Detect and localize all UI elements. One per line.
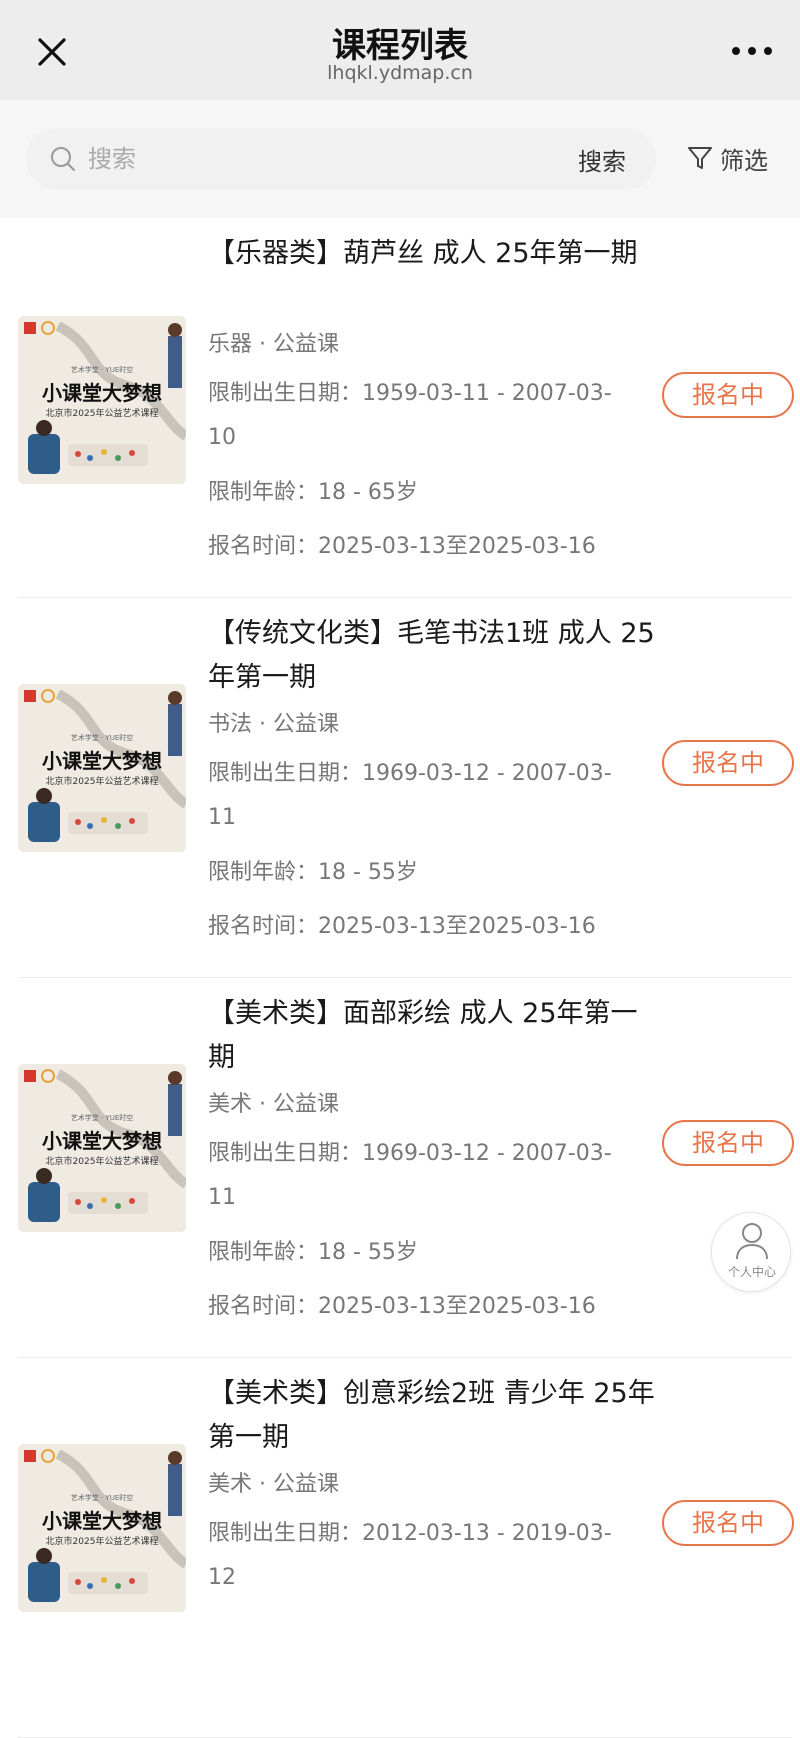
course-signup-time: 报名时间：2025-03-13至2025-03-16	[208, 914, 596, 939]
course-birth-range: 限制出生日期：1969-03-12 - 2007-03-11	[208, 761, 612, 830]
filter-button[interactable]: 筛选	[686, 138, 768, 178]
course-thumbnail: 艺术学堂 · YUE时空 小课堂大梦想 北京市2025年公益艺术课程	[18, 316, 186, 484]
course-category: 美术 · 公益课	[208, 1092, 339, 1117]
filter-label: 筛选	[720, 146, 768, 175]
course-category: 美术 · 公益课	[208, 1472, 339, 1497]
signup-status-button[interactable]: 报名中	[662, 1500, 794, 1546]
search-button[interactable]: 搜索	[578, 142, 626, 177]
course-birth-range: 限制出生日期：1969-03-12 - 2007-03-11	[208, 1141, 612, 1210]
course-title: 【美术类】创意彩绘2班 青少年 25年第一期	[208, 1378, 655, 1453]
nav-bar: 课程列表 lhqkl.ydmap.cn	[0, 0, 800, 100]
thumbnail-sub-text: 北京市2025年公益艺术课程	[46, 1535, 159, 1547]
user-icon	[736, 1223, 768, 1260]
more-icon[interactable]	[730, 44, 774, 58]
filter-icon	[688, 147, 712, 169]
course-birth-range: 限制出生日期：2012-03-13 - 2019-03-12	[208, 1521, 612, 1590]
thumbnail-top-text: 艺术学堂 · YUE时空	[71, 1113, 134, 1122]
search-icon	[51, 147, 75, 171]
course-birth-range: 限制出生日期：1959-03-11 - 2007-03-10	[208, 381, 612, 450]
personal-center-button[interactable]: 个人中心	[711, 1212, 791, 1292]
thumbnail-main-text: 小课堂大梦想	[42, 1509, 162, 1533]
course-item[interactable]: 艺术学堂 · YUE时空 小课堂大梦想 北京市2025年公益艺术课程 【乐器类】…	[0, 218, 800, 598]
thumbnail-sub-text: 北京市2025年公益艺术课程	[46, 407, 159, 419]
course-age-range: 限制年龄：18 - 55岁	[208, 1240, 418, 1265]
course-title: 【传统文化类】毛笔书法1班 成人 25年第一期	[208, 618, 655, 693]
course-item[interactable]: 艺术学堂 · YUE时空 小课堂大梦想 北京市2025年公益艺术课程 【传统文化…	[0, 598, 800, 978]
course-thumbnail: 艺术学堂 · YUE时空 小课堂大梦想 北京市2025年公益艺术课程	[18, 1444, 186, 1612]
course-age-range: 限制年龄：18 - 65岁	[208, 480, 418, 505]
course-list: 艺术学堂 · YUE时空 小课堂大梦想 北京市2025年公益艺术课程 【乐器类】…	[0, 218, 800, 1738]
course-thumbnail: 艺术学堂 · YUE时空 小课堂大梦想 北京市2025年公益艺术课程	[18, 1064, 186, 1232]
course-title: 【乐器类】葫芦丝 成人 25年第一期	[208, 238, 638, 269]
signup-status-button[interactable]: 报名中	[662, 1120, 794, 1166]
course-item[interactable]: 艺术学堂 · YUE时空 小课堂大梦想 北京市2025年公益艺术课程 【美术类】…	[0, 978, 800, 1358]
thumbnail-main-text: 小课堂大梦想	[42, 749, 162, 773]
page-url: lhqkl.ydmap.cn	[327, 62, 473, 84]
search-input[interactable]	[86, 128, 536, 190]
thumbnail-sub-text: 北京市2025年公益艺术课程	[46, 775, 159, 787]
signup-status-button[interactable]: 报名中	[662, 372, 794, 418]
course-signup-time: 报名时间：2025-03-13至2025-03-16	[208, 1294, 596, 1319]
course-signup-time: 报名时间：2025-03-13至2025-03-16	[208, 534, 596, 559]
course-category: 乐器 · 公益课	[208, 332, 339, 357]
course-title: 【美术类】面部彩绘 成人 25年第一期	[208, 998, 638, 1073]
course-age-range: 限制年龄：18 - 55岁	[208, 860, 418, 885]
page-title: 课程列表	[332, 26, 468, 66]
search-bar: 搜索 筛选	[0, 100, 800, 218]
search-box[interactable]: 搜索	[26, 128, 656, 190]
thumbnail-main-text: 小课堂大梦想	[42, 381, 162, 405]
thumbnail-top-text: 艺术学堂 · YUE时空	[71, 365, 134, 374]
signup-status-button[interactable]: 报名中	[662, 740, 794, 786]
thumbnail-sub-text: 北京市2025年公益艺术课程	[46, 1155, 159, 1167]
course-thumbnail: 艺术学堂 · YUE时空 小课堂大梦想 北京市2025年公益艺术课程	[18, 684, 186, 852]
thumbnail-top-text: 艺术学堂 · YUE时空	[71, 733, 134, 742]
thumbnail-main-text: 小课堂大梦想	[42, 1129, 162, 1153]
course-item[interactable]: 艺术学堂 · YUE时空 小课堂大梦想 北京市2025年公益艺术课程 【美术类】…	[0, 1358, 800, 1738]
course-category: 书法 · 公益课	[208, 712, 339, 737]
thumbnail-top-text: 艺术学堂 · YUE时空	[71, 1493, 134, 1502]
personal-center-label: 个人中心	[727, 1265, 776, 1279]
